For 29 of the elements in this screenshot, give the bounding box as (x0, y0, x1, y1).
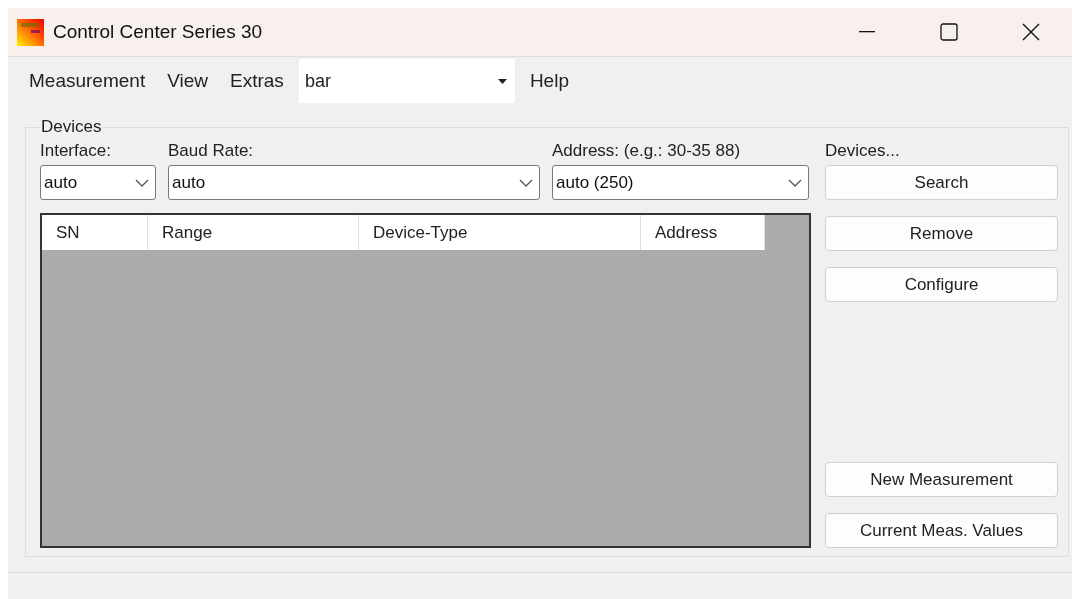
chevron-down-icon (135, 178, 149, 187)
button[interactable]: Search (825, 165, 1058, 200)
menu-item[interactable]: Measurement (18, 66, 157, 96)
field-label: Address: (e.g.: 30-35 88) (552, 141, 742, 162)
device-list[interactable]: SN Range Device-Type Address (40, 213, 811, 548)
chevron-down-icon (788, 178, 802, 187)
chevron-down-icon (519, 178, 533, 187)
toolbar-combo[interactable]: bar (298, 59, 515, 103)
dropdown-field[interactable]: auto (40, 165, 156, 200)
app-logo-icon (17, 18, 44, 46)
dropdown-caret-icon (497, 78, 507, 84)
menu-item[interactable]: Extras (219, 66, 295, 96)
field-label: Interface: (40, 141, 112, 162)
column-header[interactable]: SN (42, 215, 148, 250)
button[interactable]: Current Meas. Values (825, 513, 1058, 548)
button[interactable]: Remove (825, 216, 1058, 251)
menu-item[interactable]: View (156, 66, 219, 96)
group-title: Devices (40, 117, 103, 137)
button[interactable]: Configure (825, 267, 1058, 302)
menu-item[interactable]: Help (518, 66, 580, 96)
column-header[interactable]: Device-Type (359, 215, 641, 250)
field-label: Baud Rate: (168, 141, 255, 162)
dropdown-field[interactable]: auto (250) (552, 165, 809, 200)
column-header[interactable]: Address (641, 215, 765, 250)
dropdown-field[interactable]: auto (168, 165, 540, 200)
column-header[interactable]: Range (148, 215, 359, 250)
buttons-label: Devices... (825, 141, 901, 162)
window-title: Control Center Series 30 (53, 21, 264, 43)
button[interactable]: New Measurement (825, 462, 1058, 497)
